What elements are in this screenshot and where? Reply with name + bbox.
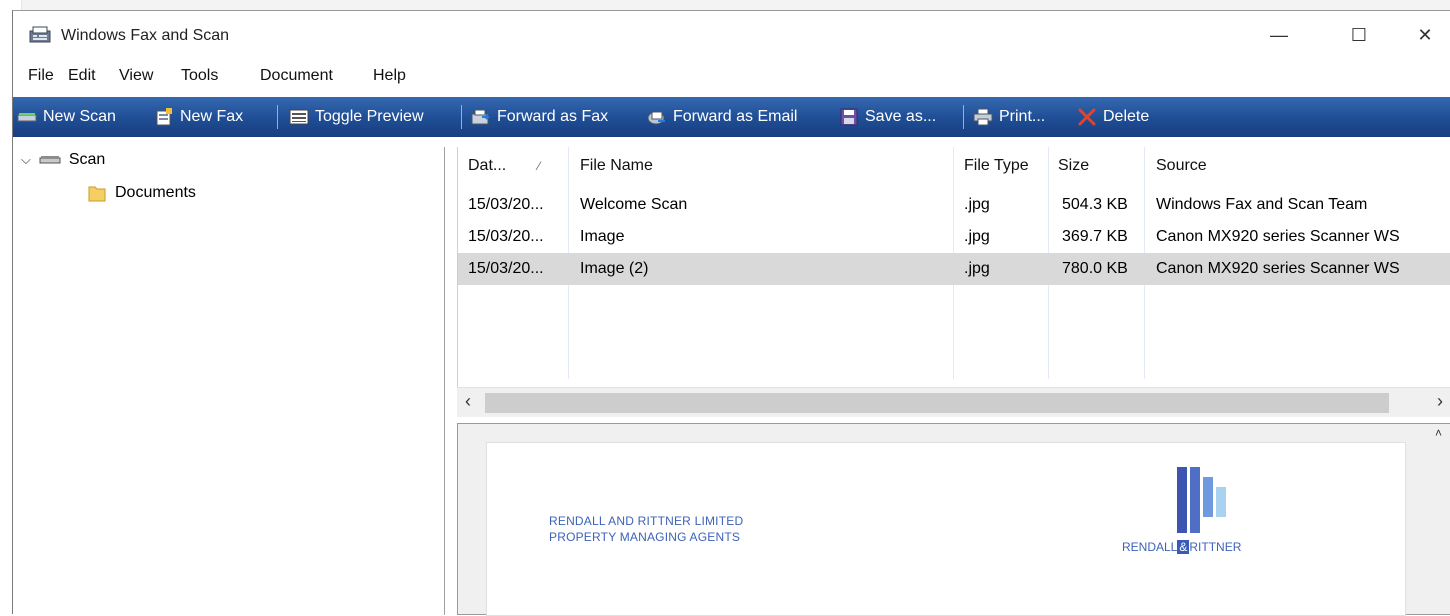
cell-size: 780.0 KB: [1062, 260, 1128, 277]
cell-date: 15/03/20...: [468, 196, 544, 213]
new-fax-button[interactable]: New Fax: [154, 97, 243, 137]
sort-arrow-icon: ⁄: [538, 159, 541, 173]
brand-name-right: RITTNER: [1189, 540, 1242, 554]
cell-source: Windows Fax and Scan Team: [1156, 196, 1368, 213]
toolbar-separator: [277, 105, 278, 129]
preview-pane: RENDALL AND RITTNER LIMITED PROPERTY MAN…: [457, 423, 1450, 616]
printer-icon: [973, 108, 993, 126]
cell-size: 504.3 KB: [1062, 196, 1128, 213]
toolbar-separator: [963, 105, 964, 129]
menu-bar: File Edit View Tools Document Help: [13, 63, 1450, 93]
save-as-label: Save as...: [865, 108, 937, 125]
cell-source: Canon MX920 series Scanner WS: [1156, 260, 1400, 277]
letterhead-company: RENDALL AND RITTNER LIMITED PROPERTY MAN…: [549, 513, 743, 545]
table-row[interactable]: 15/03/20... Welcome Scan .jpg 504.3 KB W…: [458, 189, 1450, 221]
new-fax-icon: [156, 108, 172, 126]
folder-icon: [88, 186, 106, 202]
cell-file-name: Image: [580, 228, 625, 245]
letterhead-line-2: PROPERTY MANAGING AGENTS: [549, 530, 741, 544]
menu-file[interactable]: File: [28, 67, 54, 85]
window-title: Windows Fax and Scan: [61, 27, 230, 44]
forward-fax-icon: [471, 109, 491, 125]
menu-help[interactable]: Help: [373, 67, 406, 85]
menu-edit[interactable]: Edit: [68, 67, 96, 85]
forward-as-fax-button[interactable]: Forward as Fax: [471, 97, 608, 137]
fax-scan-app-icon: [29, 26, 51, 43]
column-header-size[interactable]: Size: [1058, 147, 1089, 185]
cell-source: Canon MX920 series Scanner WS: [1156, 228, 1400, 245]
brand-name-left: RENDALL: [1122, 540, 1178, 554]
cell-file-type: .jpg: [964, 196, 990, 213]
company-logo-icon: [1177, 467, 1226, 533]
brand-ampersand: &: [1177, 540, 1190, 554]
folder-tree: ⌵ Scan Documents: [13, 147, 445, 615]
menu-tools[interactable]: Tools: [181, 67, 218, 85]
close-button[interactable]: ✕: [1397, 11, 1450, 59]
toolbar-separator: [461, 105, 462, 129]
scroll-right-arrow-icon[interactable]: ›: [1437, 391, 1443, 412]
cell-date: 15/03/20...: [468, 260, 544, 277]
scroll-up-arrow-icon[interactable]: ˄: [1435, 426, 1442, 440]
preview-pane-icon: [289, 109, 309, 125]
maximize-button[interactable]: ☐: [1331, 11, 1387, 59]
column-header-file-name[interactable]: File Name: [580, 147, 653, 185]
forward-as-fax-label: Forward as Fax: [497, 108, 609, 125]
scanner-icon: [17, 113, 37, 122]
forward-as-email-label: Forward as Email: [673, 108, 798, 125]
cell-file-type: .jpg: [964, 260, 990, 277]
save-disk-icon: [840, 108, 858, 126]
cell-date: 15/03/20...: [468, 228, 544, 245]
cell-file-type: .jpg: [964, 228, 990, 245]
column-header-source[interactable]: Source: [1156, 147, 1207, 185]
file-list: Dat... ⁄ File Name File Type Size Source…: [457, 147, 1450, 417]
fax-scan-window: Windows Fax and Scan — ☐ ✕ File Edit Vie…: [12, 10, 1450, 616]
column-header-date[interactable]: Dat...: [468, 147, 506, 185]
print-label: Print...: [999, 108, 1046, 125]
new-fax-label: New Fax: [180, 108, 244, 125]
menu-view[interactable]: View: [119, 67, 153, 85]
toggle-preview-button[interactable]: Toggle Preview: [289, 97, 424, 137]
forward-as-email-button[interactable]: Forward as Email: [647, 97, 797, 137]
delete-label: Delete: [1103, 108, 1150, 125]
title-bar: Windows Fax and Scan — ☐ ✕: [13, 11, 1450, 59]
table-row-selected[interactable]: 15/03/20... Image (2) .jpg 780.0 KB Cano…: [458, 253, 1450, 285]
tree-label-documents: Documents: [115, 184, 196, 201]
forward-email-icon: [647, 111, 665, 125]
scroll-left-arrow-icon[interactable]: ‹: [465, 391, 471, 412]
column-header-file-type[interactable]: File Type: [964, 147, 1029, 185]
vertical-scrollbar[interactable]: ˄: [1430, 424, 1450, 614]
cell-file-name: Welcome Scan: [580, 196, 688, 213]
table-row[interactable]: 15/03/20... Image .jpg 369.7 KB Canon MX…: [458, 221, 1450, 253]
minimize-button[interactable]: —: [1251, 11, 1307, 59]
delete-x-icon: [1078, 108, 1096, 126]
new-scan-label: New Scan: [43, 108, 116, 125]
document-preview-page: RENDALL AND RITTNER LIMITED PROPERTY MAN…: [486, 442, 1406, 616]
menu-document[interactable]: Document: [260, 67, 333, 85]
cell-file-name: Image (2): [580, 260, 649, 277]
letterhead-line-1: RENDALL AND RITTNER LIMITED: [549, 514, 744, 528]
toggle-preview-label: Toggle Preview: [315, 108, 424, 125]
tree-label-scan: Scan: [68, 151, 106, 168]
new-scan-button[interactable]: New Scan: [17, 97, 116, 137]
scrollbar-thumb[interactable]: [485, 393, 1389, 413]
cell-size: 369.7 KB: [1062, 228, 1128, 245]
toolbar: New Scan New Fax Toggle Preview Forward …: [13, 97, 1450, 137]
tree-item-scan[interactable]: ⌵ Scan: [21, 151, 105, 169]
horizontal-scrollbar[interactable]: ‹ ›: [457, 387, 1450, 417]
save-as-button[interactable]: Save as...: [839, 97, 936, 137]
scanner-icon: [39, 156, 61, 164]
chevron-down-icon[interactable]: ⌵: [21, 152, 31, 168]
brand-name: RENDALL & RITTNER: [1122, 540, 1241, 554]
delete-button[interactable]: Delete: [1077, 97, 1149, 137]
print-button[interactable]: Print...: [973, 97, 1045, 137]
tree-item-documents[interactable]: Documents: [87, 183, 196, 203]
